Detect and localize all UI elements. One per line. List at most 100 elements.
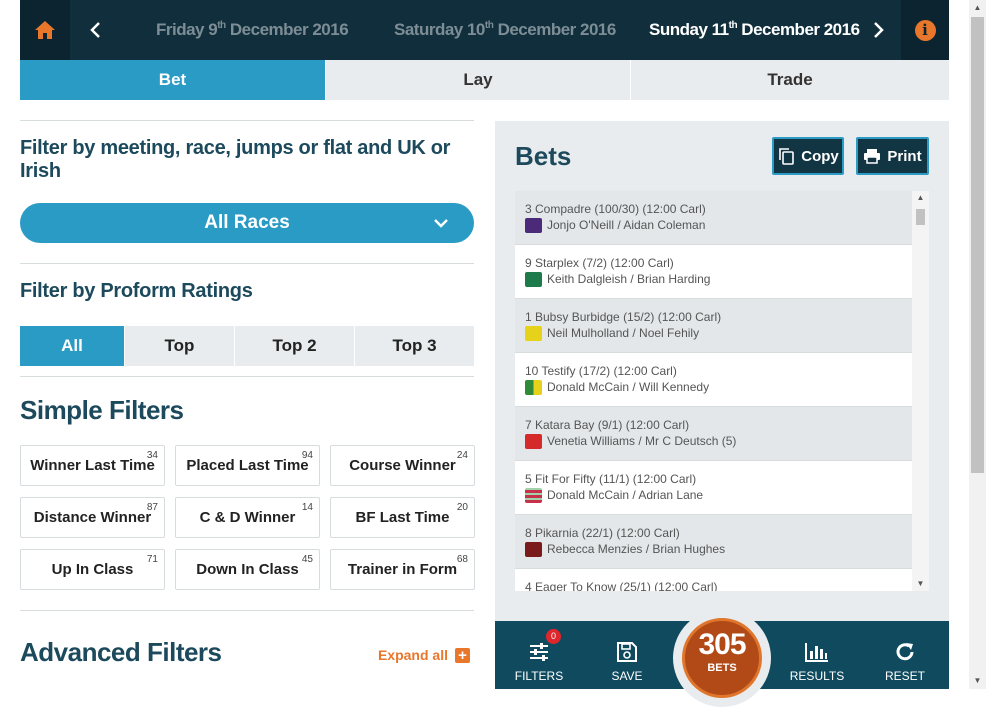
filter-down-in-class[interactable]: Down In Class 45 (175, 549, 320, 590)
divider (20, 263, 474, 264)
scroll-down-icon[interactable]: ▼ (912, 577, 929, 591)
save-icon (617, 642, 637, 662)
race-select-value: All Races (204, 212, 290, 233)
bet-connections: Donald McCain / Will Kennedy (547, 380, 710, 394)
date-day: Saturday 10 (394, 20, 485, 39)
bets-count: 305 (698, 628, 746, 661)
race-select[interactable]: All Races (20, 203, 474, 243)
expand-all-label: Expand all (377, 647, 448, 663)
plus-icon: + (455, 647, 470, 663)
silk-icon (525, 217, 542, 233)
divider (20, 610, 474, 611)
simple-filters-grid: Winner Last Time 34 Placed Last Time 94 Co… (20, 445, 475, 590)
filters-badge: 0 (546, 629, 561, 644)
filter-label: Placed Last Time (186, 457, 309, 474)
scroll-thumb[interactable] (916, 209, 925, 225)
bet-selection: 1 Bubsy Burbidge (15/2) (12:00 Carl) (525, 310, 722, 324)
action-bar: 0 FILTERS SAVE 305 BETS RESULTS RESET (495, 609, 949, 707)
date-navigation-bar: Friday 9th December 2016 Saturday 10th D… (20, 0, 949, 60)
filter-count: 68 (456, 554, 468, 565)
bet-row[interactable]: 4 Eager To Know (25/1) (12:00 Carl) (515, 569, 912, 591)
filter-count: 94 (301, 450, 313, 461)
filters-button[interactable]: 0 FILTERS (499, 621, 579, 689)
bet-row[interactable]: 1 Bubsy Burbidge (15/2) (12:00 Carl) Nei… (515, 299, 912, 353)
bet-connections: Rebecca Menzies / Brian Hughes (547, 542, 726, 556)
filter-up-in-class[interactable]: Up In Class 71 (20, 549, 165, 590)
bet-row[interactable]: 10 Testify (17/2) (12:00 Carl) Donald Mc… (515, 353, 912, 407)
date-tab-saturday[interactable]: Saturday 10th December 2016 (394, 0, 616, 60)
page-scrollbar[interactable]: ▲ ▼ (969, 0, 986, 689)
date-tab-friday[interactable]: Friday 9th December 2016 (156, 0, 349, 60)
expand-all-button[interactable]: Expand all + (378, 647, 470, 663)
filter-label: Distance Winner (33, 509, 152, 526)
filter-count: 87 (146, 502, 158, 513)
bet-selection: 8 Pikarnia (22/1) (12:00 Carl) (525, 526, 680, 540)
date-tab-sunday[interactable]: Sunday 11th December 2016 (649, 0, 860, 60)
bet-list: 3 Compadre (100/30) (12:00 Carl) Jonjo O… (515, 191, 912, 591)
rating-tab-all[interactable]: All (20, 326, 124, 366)
page-scroll-thumb[interactable] (971, 17, 984, 473)
simple-filters-title: Simple Filters (20, 395, 184, 425)
date-suffix: th (728, 20, 738, 31)
chevron-right-icon (874, 22, 884, 38)
copy-icon (779, 148, 795, 165)
filter-label: Course Winner (349, 457, 456, 474)
scroll-down-icon[interactable]: ▼ (969, 673, 986, 689)
copy-button[interactable]: Copy (772, 137, 844, 175)
tab-lay[interactable]: Lay (325, 60, 630, 100)
bet-row[interactable]: 3 Compadre (100/30) (12:00 Carl) Jonjo O… (515, 191, 912, 245)
filter-trainer-in-form[interactable]: Trainer in Form 68 (330, 549, 475, 590)
home-button[interactable] (20, 0, 70, 60)
silk-icon (525, 379, 542, 395)
sliders-icon (530, 643, 548, 661)
reset-button[interactable]: RESET (865, 621, 945, 689)
bets-panel: Bets Copy Print 3 Compadre (100/30) (12:… (495, 121, 949, 707)
bet-selection: 3 Compadre (100/30) (12:00 Carl) (525, 202, 706, 216)
bets-count-button[interactable]: 305 BETS (682, 618, 762, 698)
bet-row[interactable]: 9 Starplex (7/2) (12:00 Carl) Keith Dalg… (515, 245, 912, 299)
bet-row[interactable]: 8 Pikarnia (22/1) (12:00 Carl) Rebecca M… (515, 515, 912, 569)
info-button[interactable]: i (901, 0, 949, 60)
save-button[interactable]: SAVE (587, 621, 667, 689)
silk-icon (525, 325, 542, 341)
filter-label: Trainer in Form (347, 561, 458, 578)
scroll-up-icon[interactable]: ▲ (969, 0, 986, 16)
filter-placed-last-time[interactable]: Placed Last Time 94 (175, 445, 320, 486)
rating-tab-top2[interactable]: Top 2 (234, 326, 354, 366)
print-button[interactable]: Print (856, 137, 929, 175)
results-label: RESULTS (789, 669, 845, 683)
bet-row[interactable]: 7 Katara Bay (9/1) (12:00 Carl) Venetia … (515, 407, 912, 461)
filter-bf-last-time[interactable]: BF Last Time 20 (330, 497, 475, 538)
date-rest: December 2016 (497, 20, 617, 39)
tab-trade[interactable]: Trade (630, 60, 949, 100)
meeting-filter-title: Filter by meeting, race, jumps or flat a… (20, 137, 451, 182)
filter-count: 34 (146, 450, 158, 461)
prev-day-button[interactable] (70, 0, 120, 60)
rating-tabs: All Top Top 2 Top 3 (20, 326, 474, 366)
bet-connections: Venetia Williams / Mr C Deutsch (5) (547, 434, 737, 448)
divider (20, 376, 474, 377)
bet-list-scrollbar[interactable]: ▲ ▼ (912, 191, 929, 591)
scroll-up-icon[interactable]: ▲ (912, 191, 929, 205)
bets-title: Bets (515, 141, 572, 171)
filter-count: 20 (456, 502, 468, 513)
rating-tab-top[interactable]: Top (124, 326, 234, 366)
bet-row[interactable]: 5 Fit For Fifty (11/1) (12:00 Carl) Dona… (515, 461, 912, 515)
filter-cd-winner[interactable]: C & D Winner 14 (175, 497, 320, 538)
tab-bet[interactable]: Bet (20, 60, 325, 100)
save-label: SAVE (611, 669, 643, 683)
date-rest: December 2016 (229, 20, 349, 39)
filter-distance-winner[interactable]: Distance Winner 87 (20, 497, 165, 538)
results-button[interactable]: RESULTS (777, 621, 857, 689)
rating-tab-top3[interactable]: Top 3 (354, 326, 474, 366)
filter-course-winner[interactable]: Course Winner 24 (330, 445, 475, 486)
filter-panel: Filter by meeting, race, jumps or flat a… (20, 120, 475, 669)
print-label: Print (887, 147, 922, 165)
filter-label: C & D Winner (199, 509, 296, 526)
bet-selection: 4 Eager To Know (25/1) (12:00 Carl) (525, 580, 718, 591)
next-day-button[interactable] (854, 0, 904, 60)
home-icon (35, 21, 55, 39)
silk-icon (525, 433, 542, 449)
filter-label: BF Last Time (355, 509, 450, 526)
filter-winner-last-time[interactable]: Winner Last Time 34 (20, 445, 165, 486)
